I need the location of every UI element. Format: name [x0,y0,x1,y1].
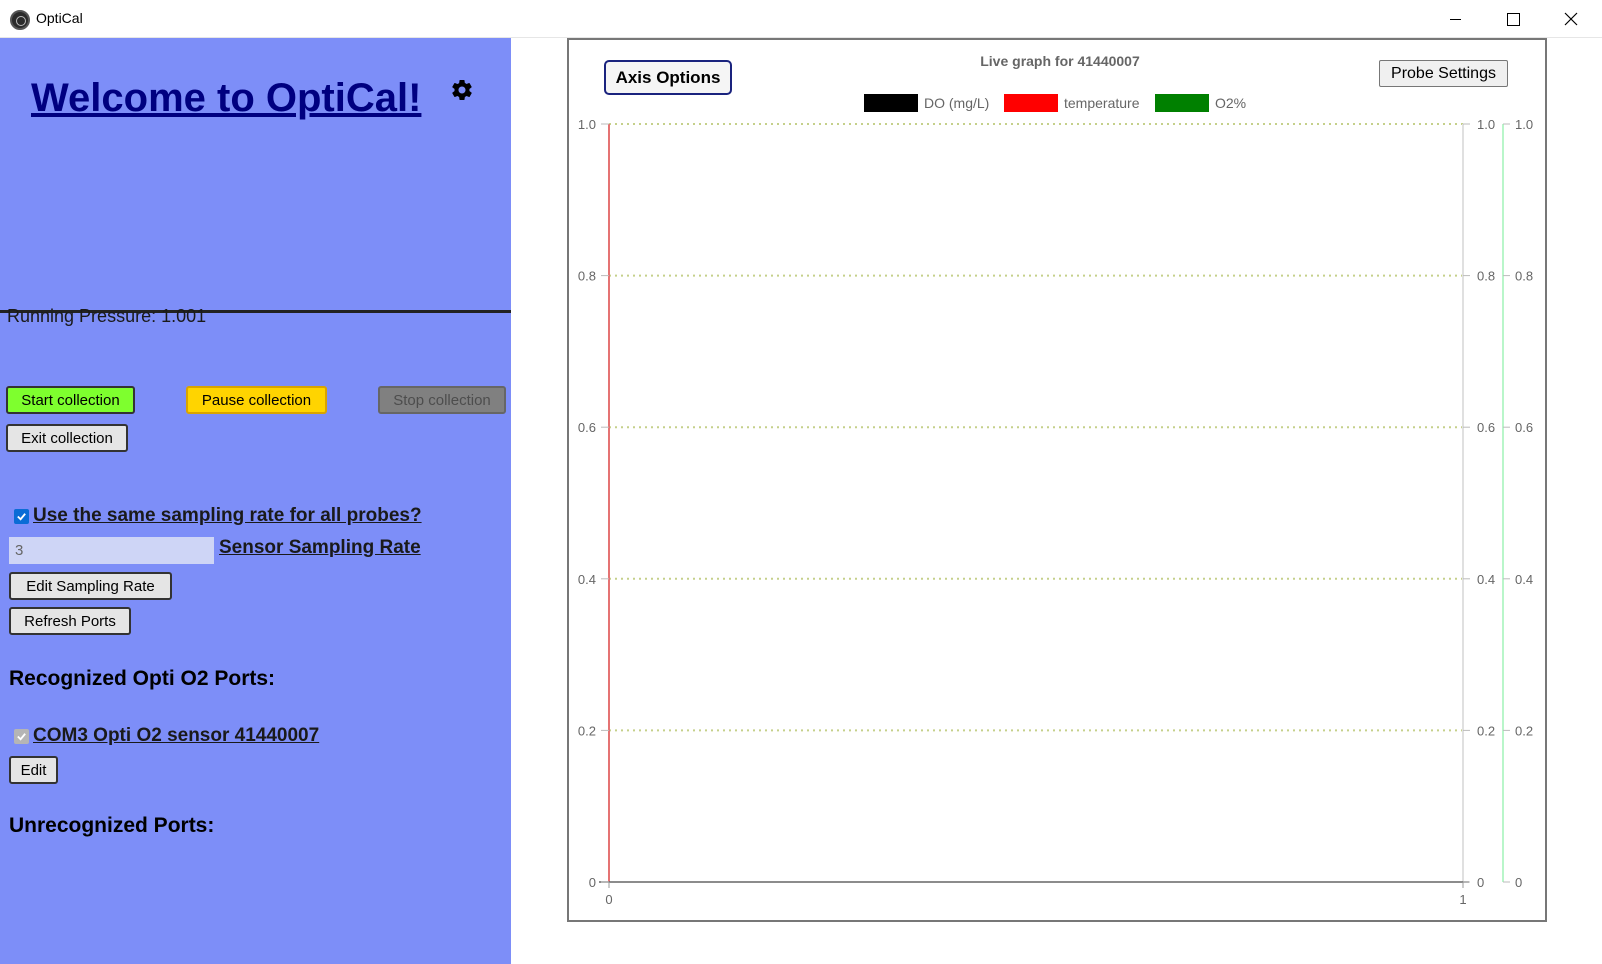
legend-swatch-o2 [1155,94,1209,112]
legend-label-do: DO (mg/L) [924,95,990,111]
y-tick-left-label: 0.8 [578,269,596,284]
y-tick-right-outer-label: 0.2 [1515,723,1533,738]
legend-item-do[interactable]: DO (mg/L) [864,94,989,112]
y-tick-right-outer-label: 0.8 [1515,269,1533,284]
x-tick-label: 1 [1459,892,1466,907]
y-tick-right-outer-label: 0 [1515,875,1522,890]
legend-item-temperature[interactable]: temperature [1004,94,1139,112]
x-tick-label: 0 [605,892,612,907]
y-tick-left-label: 0.2 [578,723,596,738]
legend-item-o2[interactable]: O2% [1155,94,1246,112]
y-tick-right-inner-label: 0.2 [1477,723,1495,738]
y-tick-left-label: 1.0 [578,117,596,132]
probe-settings-button[interactable]: Probe Settings [1379,60,1508,87]
y-tick-right-inner-label: 0.6 [1477,420,1495,435]
y-tick-left-label: 0.4 [578,572,596,587]
y-tick-right-outer-label: 1.0 [1515,117,1533,132]
y-tick-right-outer-label: 0.6 [1515,420,1533,435]
y-tick-right-outer-label: 0.4 [1515,572,1533,587]
y-tick-right-inner-label: 0 [1477,875,1484,890]
legend-label-temperature: temperature [1064,95,1140,111]
y-tick-right-inner-label: 1.0 [1477,117,1495,132]
y-tick-right-inner-label: 0.8 [1477,269,1495,284]
y-tick-left-label: 0 [589,875,596,890]
y-tick-right-inner-label: 0.4 [1477,572,1495,587]
axis-options-button[interactable]: Axis Options [604,60,732,95]
y-tick-left-label: 0.6 [578,420,596,435]
live-graph-chart: 0 0.2 0.4 0.6 0.8 1.0 0 0.2 0.4 0.6 0.8 1.0 0 0.2 0.4 0… [578,117,1533,907]
legend-swatch-temperature [1004,94,1058,112]
legend-label-o2: O2% [1215,95,1247,111]
graph-title: Live graph for 41440007 [980,53,1140,69]
legend-swatch-do [864,94,918,112]
